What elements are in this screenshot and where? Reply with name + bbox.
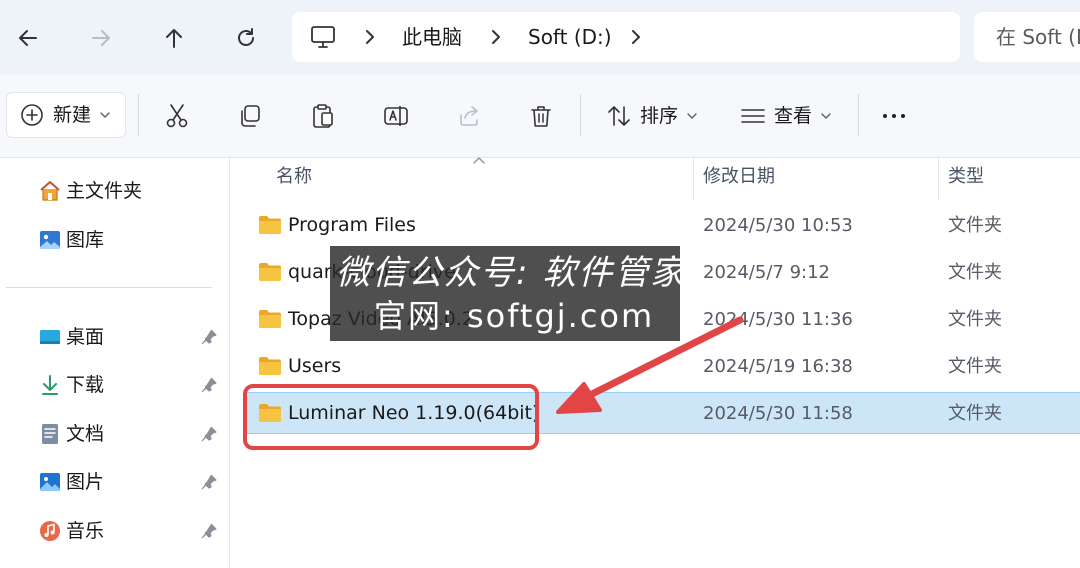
watermark-line-1: 微信公众号: 软件管家 (336, 253, 687, 293)
up-button[interactable] (154, 18, 194, 58)
navigation-pane: 主文件夹 图库 桌面 下载 文档 图片 音乐 (0, 158, 230, 568)
trash-icon (531, 106, 551, 127)
nav-item-label: 图库 (66, 229, 105, 251)
column-header-name[interactable]: 名称 (276, 164, 312, 190)
nav-item-label: 图片 (66, 471, 105, 493)
pin-icon[interactable] (200, 376, 218, 394)
copy-icon (241, 105, 260, 127)
pane-splitter[interactable] (229, 158, 230, 568)
file-modified: 2024/5/30 10:53 (703, 215, 853, 236)
sort-icon (608, 106, 630, 126)
arrow-left-icon (19, 30, 37, 46)
breadcrumb-this-pc[interactable]: 此电脑 (402, 23, 462, 51)
sort-button[interactable]: 排序 (606, 103, 698, 129)
toolbar-divider (138, 94, 139, 136)
file-row[interactable]: Program Files 2024/5/30 10:53 文件夹 (246, 205, 1080, 247)
chevron-right-icon (366, 30, 374, 44)
refresh-button[interactable] (226, 18, 266, 58)
sort-button-label: 排序 (640, 105, 679, 127)
scissors-icon (166, 104, 188, 128)
file-type: 文件夹 (948, 356, 1002, 377)
forward-button[interactable] (81, 18, 121, 58)
nav-item-label: 下载 (66, 374, 105, 396)
file-type: 文件夹 (948, 262, 1002, 283)
toolbar-divider (858, 94, 859, 136)
column-divider[interactable] (938, 158, 939, 200)
home-icon (40, 181, 60, 201)
cut-button[interactable] (164, 103, 190, 129)
folder-icon (259, 263, 281, 281)
pin-icon[interactable] (200, 522, 218, 540)
plus-circle-icon (21, 104, 43, 126)
watermark: 微信公众号: 软件管家 官网: softgj.com (330, 246, 684, 341)
nav-item-home[interactable]: 主文件夹 (38, 176, 228, 206)
view-button-label: 查看 (774, 105, 813, 127)
paste-button[interactable] (310, 103, 336, 129)
download-icon (42, 375, 58, 395)
watermark-line-2: 官网: softgj.com (374, 297, 655, 335)
pin-icon[interactable] (200, 473, 218, 491)
column-divider[interactable] (693, 158, 694, 200)
chevron-down-icon (100, 112, 110, 118)
pictures-icon (40, 473, 60, 491)
share-icon (460, 106, 478, 126)
computer-icon (311, 26, 335, 48)
breadcrumb[interactable]: 此电脑 Soft (D:) (292, 12, 960, 62)
folder-icon (259, 216, 281, 234)
list-view-icon (741, 109, 765, 123)
file-modified: 2024/5/7 9:12 (703, 262, 830, 283)
gallery-icon (40, 231, 60, 249)
folder-icon (259, 357, 281, 375)
nav-item-label: 文档 (66, 423, 105, 445)
sort-ascending-icon (473, 157, 485, 164)
chevron-down-icon (821, 113, 831, 119)
view-button[interactable]: 查看 (740, 103, 832, 129)
toolbar-divider (580, 94, 581, 136)
file-type: 文件夹 (948, 403, 1002, 424)
nav-item-gallery[interactable]: 图库 (38, 225, 228, 255)
nav-item-label: 音乐 (66, 520, 105, 542)
chevron-right-icon[interactable] (628, 27, 644, 47)
more-options-button[interactable] (881, 103, 907, 129)
copy-button[interactable] (237, 103, 263, 129)
column-header-modified[interactable]: 修改日期 (703, 164, 775, 190)
file-name: Users (288, 355, 342, 377)
document-icon (42, 424, 58, 444)
refresh-icon (238, 28, 254, 46)
more-icon (883, 114, 905, 118)
address-bar: 此电脑 Soft (D:) 在 Soft (D:) 中搜索 (0, 0, 1080, 74)
new-button[interactable]: 新建 (6, 92, 126, 138)
clipboard-icon (313, 104, 333, 128)
desktop-icon (40, 330, 60, 344)
arrow-right-icon (92, 30, 110, 46)
back-button[interactable] (8, 18, 48, 58)
highlight-callout-box (243, 384, 539, 450)
file-name: Program Files (288, 214, 416, 236)
new-button-label: 新建 (53, 104, 92, 126)
column-header-type[interactable]: 类型 (948, 164, 984, 190)
file-type: 文件夹 (948, 215, 1002, 236)
arrow-up-icon (166, 29, 182, 48)
pin-icon[interactable] (200, 425, 218, 443)
chevron-right-icon (492, 30, 500, 44)
share-button[interactable] (456, 103, 482, 129)
command-bar: 新建 排序 查看 (0, 74, 1080, 158)
pin-icon[interactable] (200, 328, 218, 346)
chevron-down-icon (687, 113, 697, 119)
nav-item-label: 桌面 (66, 326, 105, 348)
nav-divider (6, 287, 212, 288)
folder-icon (259, 310, 281, 328)
rename-button[interactable] (383, 103, 409, 129)
delete-button[interactable] (528, 103, 554, 129)
nav-item-label: 主文件夹 (66, 180, 143, 202)
search-placeholder: 在 Soft (D:) 中搜索 (996, 25, 1080, 49)
music-icon (40, 521, 60, 541)
file-type: 文件夹 (948, 309, 1002, 330)
search-input[interactable]: 在 Soft (D:) 中搜索 (974, 12, 1080, 62)
rename-icon (384, 106, 408, 126)
breadcrumb-soft-drive[interactable]: Soft (D:) (528, 23, 612, 51)
